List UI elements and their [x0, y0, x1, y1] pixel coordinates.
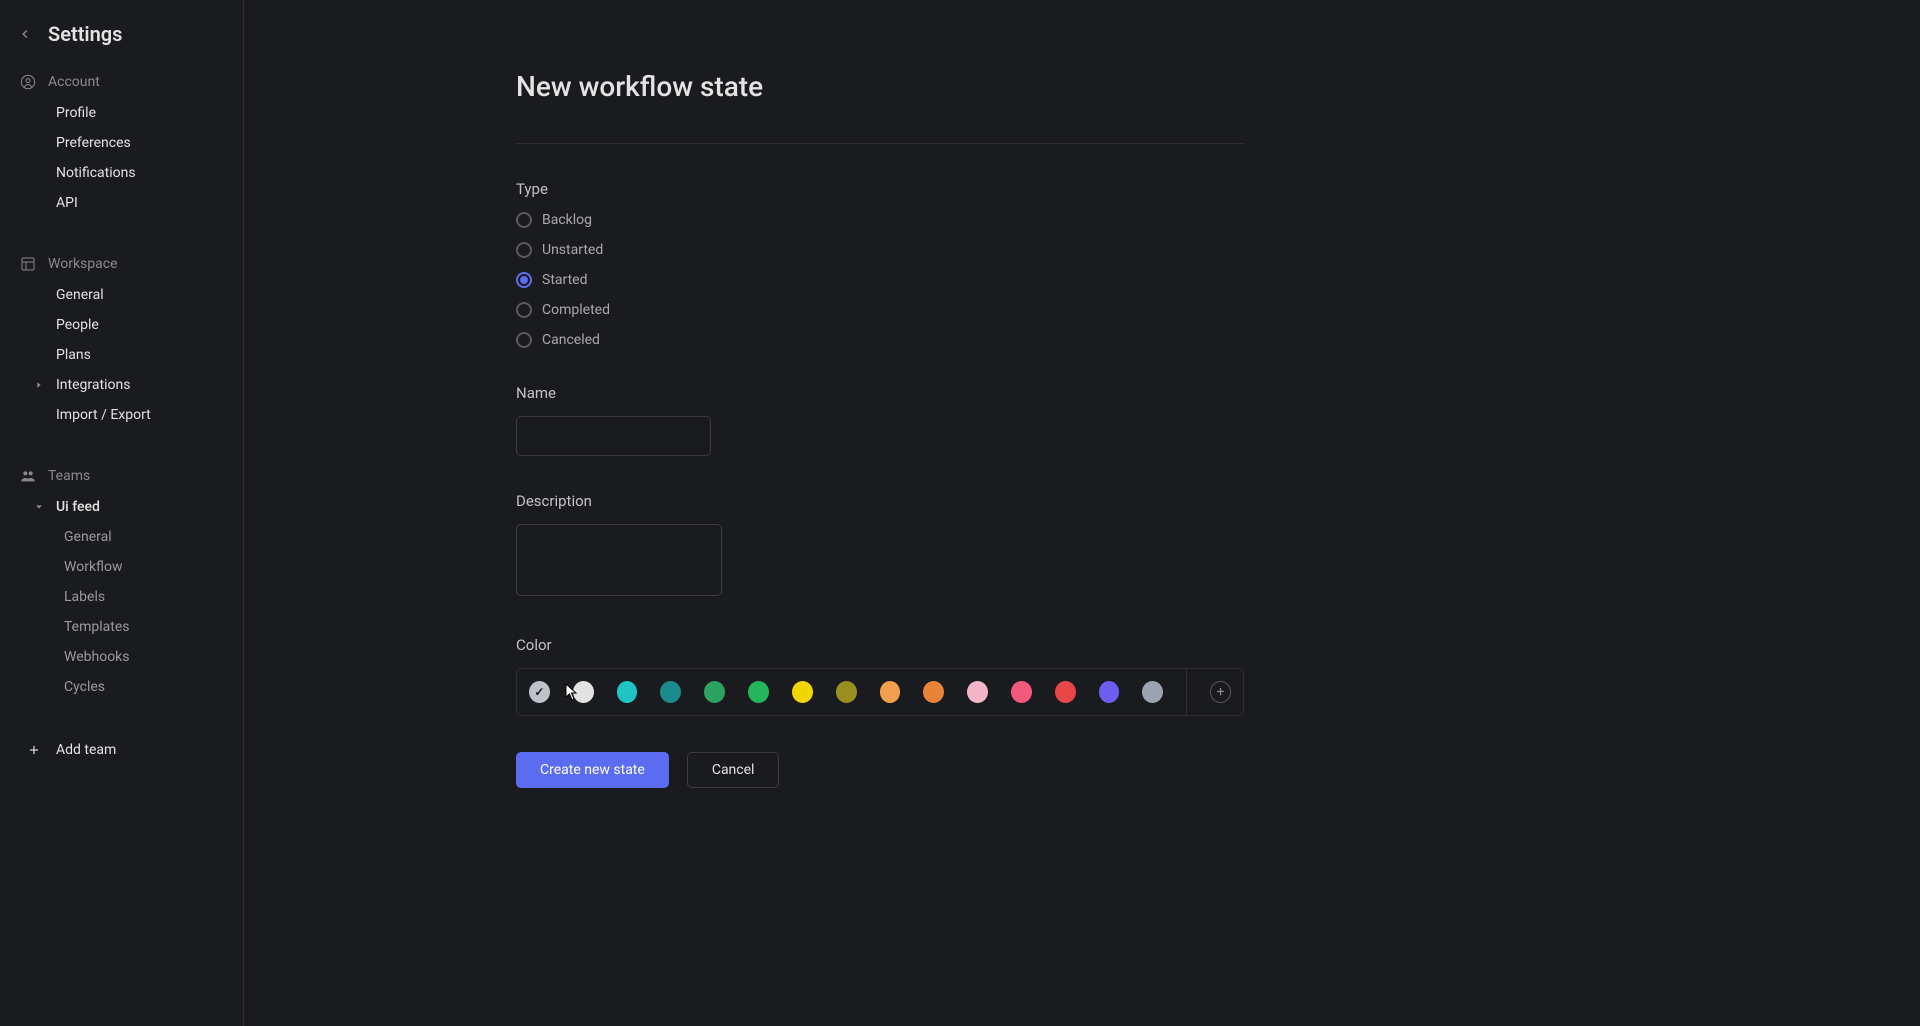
account-section-header: Account	[0, 66, 243, 98]
sidebar-item-api[interactable]: API	[0, 188, 243, 218]
radio-label: Canceled	[542, 332, 600, 348]
sidebar-item-plans[interactable]: Plans	[0, 340, 243, 370]
page-title: New workflow state	[516, 70, 1920, 103]
description-label: Description	[516, 492, 1920, 510]
color-swatch[interactable]	[573, 681, 594, 703]
radio-button-icon	[516, 212, 532, 228]
radio-canceled[interactable]: Canceled	[516, 332, 1920, 348]
color-swatch[interactable]	[748, 681, 769, 703]
name-input[interactable]	[516, 416, 711, 456]
sidebar-item-notifications[interactable]: Notifications	[0, 158, 243, 188]
team-item-workflow[interactable]: Workflow	[0, 552, 243, 582]
back-icon[interactable]	[16, 25, 34, 43]
color-swatch[interactable]	[880, 681, 901, 703]
type-label: Type	[516, 180, 1920, 198]
sidebar-item-profile[interactable]: Profile	[0, 98, 243, 128]
sidebar-item-people[interactable]: People	[0, 310, 243, 340]
cancel-button[interactable]: Cancel	[687, 752, 780, 788]
add-color-button[interactable]: +	[1210, 681, 1231, 703]
color-swatch[interactable]	[967, 681, 988, 703]
radio-button-icon	[516, 332, 532, 348]
color-swatch[interactable]	[1011, 681, 1032, 703]
team-item-general[interactable]: General	[0, 522, 243, 552]
radio-label: Completed	[542, 302, 610, 318]
color-swatch[interactable]	[792, 681, 813, 703]
add-team-button[interactable]: Add team	[0, 732, 243, 768]
chevron-right-icon	[32, 378, 46, 392]
color-picker: +	[516, 668, 1244, 716]
radio-button-icon	[516, 302, 532, 318]
teams-icon	[20, 468, 36, 484]
color-swatch[interactable]	[704, 681, 725, 703]
color-swatch[interactable]	[529, 681, 550, 703]
team-item-templates[interactable]: Templates	[0, 612, 243, 642]
radio-button-icon	[516, 272, 532, 288]
sidebar-item-preferences[interactable]: Preferences	[0, 128, 243, 158]
create-state-button[interactable]: Create new state	[516, 752, 669, 788]
radio-started[interactable]: Started	[516, 272, 1920, 288]
radio-label: Unstarted	[542, 242, 603, 258]
color-swatch[interactable]	[660, 681, 681, 703]
color-swatch[interactable]	[1099, 681, 1120, 703]
color-label: Color	[516, 636, 1920, 654]
team-item-cycles[interactable]: Cycles	[0, 672, 243, 702]
team-ui-feed[interactable]: Ui feed	[0, 492, 243, 522]
sidebar-item-import-export[interactable]: Import / Export	[0, 400, 243, 430]
plus-icon	[26, 742, 42, 758]
color-swatch[interactable]	[1142, 681, 1163, 703]
account-icon	[20, 74, 36, 90]
color-swatch[interactable]	[836, 681, 857, 703]
sidebar-item-general[interactable]: General	[0, 280, 243, 310]
workspace-icon	[20, 256, 36, 272]
team-item-labels[interactable]: Labels	[0, 582, 243, 612]
description-input[interactable]	[516, 524, 722, 596]
teams-section-header: Teams	[0, 460, 243, 492]
color-swatch[interactable]	[923, 681, 944, 703]
color-divider	[1186, 668, 1187, 716]
radio-button-icon	[516, 242, 532, 258]
divider	[516, 143, 1244, 144]
workspace-section-header: Workspace	[0, 248, 243, 280]
radio-label: Started	[542, 272, 588, 288]
radio-label: Backlog	[542, 212, 592, 228]
team-item-webhooks[interactable]: Webhooks	[0, 642, 243, 672]
radio-backlog[interactable]: Backlog	[516, 212, 1920, 228]
chevron-down-icon	[32, 500, 46, 514]
radio-completed[interactable]: Completed	[516, 302, 1920, 318]
radio-unstarted[interactable]: Unstarted	[516, 242, 1920, 258]
name-label: Name	[516, 384, 1920, 402]
settings-title: Settings	[48, 22, 122, 46]
color-swatch[interactable]	[617, 681, 638, 703]
sidebar-item-integrations[interactable]: Integrations	[0, 370, 243, 400]
color-swatch[interactable]	[1055, 681, 1076, 703]
